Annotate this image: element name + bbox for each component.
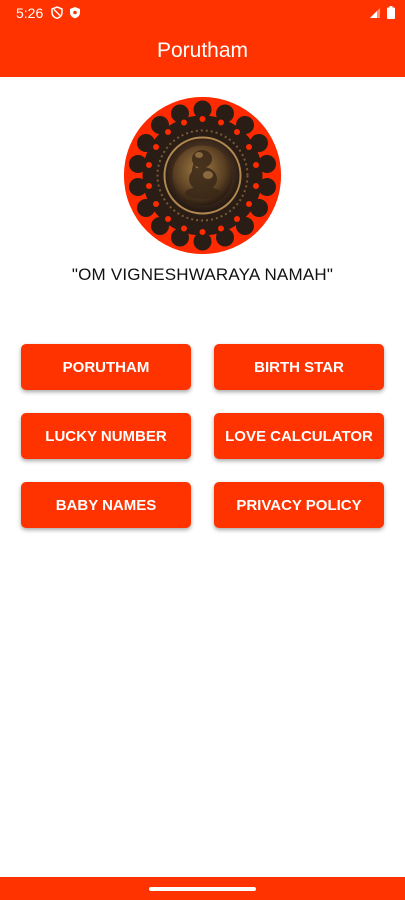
lucky-number-button[interactable]: LUCKY NUMBER xyxy=(21,413,191,459)
ganesha-medallion-logo xyxy=(124,97,281,254)
birth-star-button[interactable]: BIRTH STAR xyxy=(214,344,384,390)
status-time: 5:26 xyxy=(16,4,44,21)
porutham-button[interactable]: PORUTHAM xyxy=(21,344,191,390)
status-right-icons xyxy=(369,6,395,19)
app-title: Porutham xyxy=(156,39,249,62)
menu-grid: PORUTHAM BIRTH STAR LUCKY NUMBER LOVE CA… xyxy=(21,344,385,528)
status-left-icons xyxy=(51,6,81,19)
baby-names-button[interactable]: BABY NAMES xyxy=(21,482,191,528)
app-bar: Porutham xyxy=(0,25,405,77)
love-calculator-button[interactable]: LOVE CALCULATOR xyxy=(214,413,384,459)
shield-icon xyxy=(51,6,63,19)
navigation-bar xyxy=(0,877,405,900)
mantra-text: "OM VIGNESHWARAYA NAMAH" xyxy=(71,265,334,284)
vpn-shield-icon xyxy=(70,7,81,19)
signal-icon xyxy=(370,7,380,18)
ganesha-medallion-image xyxy=(124,97,281,254)
status-bar: 5:26 xyxy=(0,0,405,25)
battery-icon xyxy=(387,6,395,19)
home-gesture-handle[interactable] xyxy=(149,886,256,891)
privacy-policy-button[interactable]: PRIVACY POLICY xyxy=(214,482,384,528)
